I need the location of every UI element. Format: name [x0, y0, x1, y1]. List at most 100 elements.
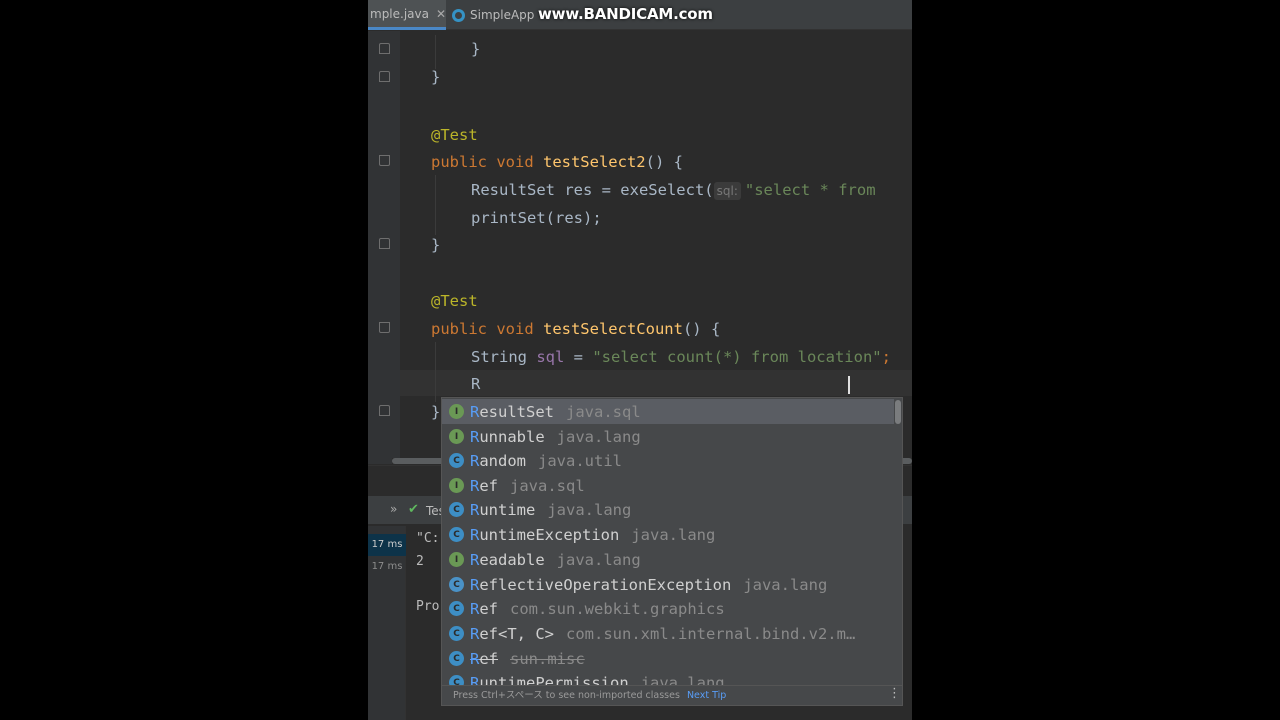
interface-icon: I: [449, 429, 464, 444]
code-text: ResultSet res = exeSelect(: [471, 181, 714, 199]
completion-match: R: [470, 649, 480, 668]
code-method-name: testSelect2: [542, 153, 646, 171]
completion-item[interactable]: I ResultSet java.sql: [442, 399, 894, 424]
completion-footer: Press Ctrl+スペース to see non-imported clas…: [442, 685, 902, 705]
code-line: }: [431, 68, 441, 86]
code-text: =: [564, 348, 593, 366]
completion-name: unnable: [479, 427, 545, 446]
indent-guide: [435, 175, 436, 235]
code-text: () {: [645, 153, 683, 171]
completion-match: R: [470, 525, 480, 544]
tab-simple-java[interactable]: mple.java ✕: [368, 0, 446, 30]
fold-marker-icon[interactable]: [379, 238, 390, 249]
completion-match: R: [470, 550, 480, 569]
test-timing-list: 17 ms 17 ms: [368, 526, 406, 720]
completion-match: R: [470, 624, 480, 643]
completion-package: java.util: [538, 451, 623, 470]
completion-package: com.sun.webkit.graphics: [510, 599, 725, 618]
code-string: "select * from: [744, 181, 876, 199]
code-completion-popup[interactable]: I ResultSet java.sql I Runnable java.lan…: [441, 397, 903, 706]
code-line: String sql = "select count(*) from locat…: [471, 345, 891, 369]
timing-item[interactable]: 17 ms: [368, 556, 406, 578]
completion-name: esultSet: [479, 402, 554, 421]
completion-item[interactable]: I Readable java.lang: [442, 547, 894, 572]
completion-name: ef<T, C>: [479, 624, 554, 643]
completion-match: R: [470, 575, 480, 594]
text-caret: [848, 376, 850, 394]
tab-label: SimpleApp: [470, 8, 535, 22]
check-icon: ✔: [408, 502, 419, 517]
code-line: }: [431, 236, 441, 254]
completion-name: andom: [479, 451, 527, 470]
console-line: "C:: [416, 531, 440, 546]
fold-marker-icon[interactable]: [379, 405, 390, 416]
abstract-class-icon: C: [449, 577, 464, 592]
fold-marker-icon[interactable]: [379, 322, 390, 333]
interface-icon: I: [449, 404, 464, 419]
completion-match: R: [470, 427, 480, 446]
completion-item[interactable]: C RuntimeException java.lang: [442, 522, 894, 547]
code-line-method-signature: public void testSelect2() {: [431, 150, 683, 174]
fold-marker-icon[interactable]: [379, 71, 390, 82]
completion-name: untimeException: [479, 525, 620, 544]
completion-item[interactable]: I Runnable java.lang: [442, 424, 894, 449]
completion-match: R: [470, 500, 480, 519]
tab-simpleapp[interactable]: SimpleApp: [450, 0, 550, 30]
code-line: printSet(res);: [471, 206, 602, 230]
indent-guide: [435, 342, 436, 402]
code-line: ResultSet res = exeSelect(sql: "select * …: [471, 178, 876, 202]
popup-scrollbar-thumb[interactable]: [895, 400, 901, 424]
completion-match: R: [470, 599, 480, 618]
completion-package: java.sql: [510, 476, 585, 495]
parameter-hint: sql:: [713, 182, 741, 200]
class-icon: [452, 8, 465, 22]
more-options-icon[interactable]: ⋮: [888, 687, 901, 701]
fold-marker-icon[interactable]: [379, 155, 390, 166]
code-text: printSet(res);: [471, 209, 602, 227]
completion-package: java.lang: [556, 427, 641, 446]
interface-icon: I: [449, 478, 464, 493]
editor-gutter: [368, 31, 400, 464]
class-icon: C: [449, 601, 464, 616]
completion-package: java.lang: [547, 500, 632, 519]
completion-package: com.sun.xml.internal.bind.v2.m…: [566, 624, 856, 643]
completion-item[interactable]: C Ref com.sun.webkit.graphics: [442, 596, 894, 621]
code-keyword: public void: [431, 320, 543, 338]
indent-guide: [435, 35, 436, 69]
code-method-name: testSelectCount: [542, 320, 683, 338]
class-icon: C: [449, 453, 464, 468]
completion-item[interactable]: C ReflectiveOperationException java.lang: [442, 572, 894, 597]
completion-package: java.lang: [743, 575, 828, 594]
class-icon: C: [449, 527, 464, 542]
completion-name: untime: [479, 500, 536, 519]
code-text: String: [471, 348, 537, 366]
code-string: "select count(*) from location": [592, 348, 882, 366]
footer-hint: Press Ctrl+スペース to see non-imported clas…: [453, 690, 680, 701]
completion-name: ef: [479, 599, 499, 618]
console-line: Pro: [416, 599, 440, 614]
completion-item-deprecated[interactable]: C Ref sun.misc: [442, 646, 894, 671]
completion-name: ef: [479, 476, 499, 495]
console-line: 2: [416, 554, 424, 569]
completion-item[interactable]: C Random java.util: [442, 448, 894, 473]
code-text: ;: [881, 348, 891, 366]
timing-item[interactable]: 17 ms: [368, 534, 406, 556]
completion-package: java.lang: [556, 550, 641, 569]
chevron-right-icon[interactable]: »: [390, 502, 397, 516]
completion-item[interactable]: I Ref java.sql: [442, 473, 894, 498]
code-line-method-signature: public void testSelectCount() {: [431, 317, 720, 341]
fold-marker-icon[interactable]: [379, 43, 390, 54]
next-tip-link[interactable]: Next Tip: [687, 690, 726, 701]
editor-tab-bar: mple.java ✕ SimpleApp www.BANDICAM.com: [368, 0, 912, 30]
close-icon[interactable]: ✕: [436, 7, 446, 21]
code-variable: sql: [536, 348, 565, 366]
code-line: }: [471, 40, 481, 58]
completion-item[interactable]: C Ref<T, C> com.sun.xml.internal.bind.v2…: [442, 621, 894, 646]
completion-package: sun.misc: [510, 649, 585, 668]
bandicam-watermark: www.BANDICAM.com: [538, 5, 713, 23]
class-icon: C: [449, 626, 464, 641]
class-icon: C: [449, 502, 464, 517]
code-line-typing: R: [471, 375, 481, 393]
completion-package: java.lang: [631, 525, 716, 544]
completion-item[interactable]: C Runtime java.lang: [442, 497, 894, 522]
